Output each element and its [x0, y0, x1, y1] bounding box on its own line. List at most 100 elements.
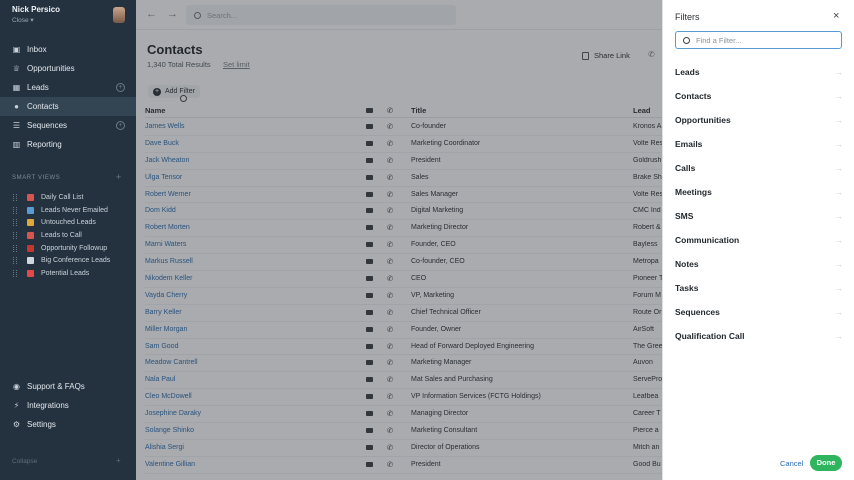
filter-item-label: Emails — [675, 139, 703, 149]
sidebar-item-contacts[interactable]: ● Contacts — [0, 97, 136, 116]
arrow-right-icon: → — [835, 115, 843, 125]
organization-name[interactable]: Close ▾ — [12, 16, 60, 24]
smart-view-label: Potential Leads — [41, 269, 90, 277]
smart-view-item[interactable]: Potential Leads — [0, 267, 136, 280]
drag-handle-icon[interactable] — [13, 193, 17, 201]
filter-search-input[interactable]: Find a Filter... — [675, 31, 842, 49]
smart-view-item[interactable]: Opportunity Followup — [0, 242, 136, 255]
sidebar-item-label: Support & FAQs — [27, 382, 85, 391]
sidebar-item-label: Opportunities — [27, 64, 75, 73]
smart-view-icon — [27, 231, 34, 239]
sidebar-item-sequences[interactable]: ☰ Sequences + — [0, 116, 136, 135]
arrow-right-icon: → — [835, 235, 843, 245]
filter-item-notes[interactable]: Notes → — [675, 252, 845, 276]
sidebar-item-label: Reporting — [27, 140, 62, 149]
filter-item-meetings[interactable]: Meetings → — [675, 180, 845, 204]
avatar[interactable] — [113, 7, 125, 23]
collapse-sidebar-button[interactable]: Collapse — [12, 458, 37, 465]
filter-item-opportunities[interactable]: Opportunities → — [675, 108, 845, 132]
smart-views-list: Daily Call List Leads Never Emailed Untouc… — [0, 191, 136, 280]
arrow-right-icon: → — [835, 67, 843, 77]
plug-icon: ⚡ — [13, 401, 20, 410]
sidebar-item-label: Inbox — [27, 45, 47, 54]
filters-panel: Filters × Find a Filter... Leads → Contact… — [662, 0, 854, 480]
smart-view-item[interactable]: Big Conference Leads — [0, 254, 136, 267]
inbox-icon: ▣ — [12, 45, 21, 54]
footer-plus-button[interactable]: + — [116, 456, 121, 465]
smart-view-item[interactable]: Daily Call List — [0, 191, 136, 204]
filter-item-calls[interactable]: Calls → — [675, 156, 845, 180]
help-icon: ◉ — [13, 382, 20, 391]
arrow-right-icon: → — [835, 163, 843, 173]
add-icon[interactable]: + — [116, 83, 125, 92]
filters-title: Filters — [675, 12, 700, 22]
filter-item-label: Tasks — [675, 283, 699, 293]
drag-handle-icon[interactable] — [13, 231, 17, 239]
search-icon — [683, 36, 690, 44]
arrow-right-icon: → — [835, 307, 843, 317]
filter-item-communication[interactable]: Communication → — [675, 228, 845, 252]
user-name: Nick Persico — [12, 5, 61, 14]
smart-views-title: SMART VIEWS — [12, 175, 61, 181]
filter-search-placeholder: Find a Filter... — [696, 35, 742, 45]
bottom-nav: ◉ Support & FAQs ⚡ Integrations ⚙ Settings — [0, 377, 136, 434]
filter-item-label: Calls — [675, 163, 696, 173]
smart-view-label: Leads to Call — [41, 231, 82, 239]
sidebar-item-reporting[interactable]: ▥ Reporting — [0, 135, 136, 154]
sidebar-item-inbox[interactable]: ▣ Inbox — [0, 40, 136, 59]
filter-item-label: Notes — [675, 259, 699, 269]
smart-view-icon — [27, 257, 34, 265]
filter-item-sequences[interactable]: Sequences → — [675, 300, 845, 324]
list-icon: ☰ — [12, 121, 21, 130]
building-icon: ▦ — [12, 83, 21, 92]
filter-item-sms[interactable]: SMS → — [675, 204, 845, 228]
close-icon[interactable]: × — [833, 10, 839, 22]
arrow-right-icon: → — [835, 139, 843, 149]
smart-view-item[interactable]: Leads to Call — [0, 229, 136, 242]
arrow-right-icon: → — [835, 91, 843, 101]
sidebar-item-settings[interactable]: ⚙ Settings — [0, 415, 136, 434]
sidebar-item-label: Settings — [27, 420, 56, 429]
drag-handle-icon[interactable] — [13, 219, 17, 227]
filter-item-label: SMS — [675, 211, 694, 221]
filter-item-label: Communication — [675, 235, 740, 245]
user-menu[interactable]: Nick Persico Close ▾ — [12, 5, 60, 24]
sidebar-item-label: Leads — [27, 83, 49, 92]
smart-view-item[interactable]: Untouched Leads — [0, 216, 136, 229]
gear-icon: ⚙ — [12, 420, 21, 429]
filter-item-contacts[interactable]: Contacts → — [675, 84, 845, 108]
done-button[interactable]: Done — [810, 455, 842, 471]
sidebar-item-label: Sequences — [27, 121, 68, 130]
filter-item-emails[interactable]: Emails → — [675, 132, 845, 156]
sidebar-item-leads[interactable]: ▦ Leads + — [0, 78, 136, 97]
filter-item-label: Contacts — [675, 91, 712, 101]
sidebar-item-opportunities[interactable]: ♕ Opportunities — [0, 59, 136, 78]
arrow-right-icon: → — [835, 331, 843, 341]
smart-view-icon — [27, 219, 34, 227]
smart-view-item[interactable]: Leads Never Emailed — [0, 204, 136, 217]
drag-handle-icon[interactable] — [13, 244, 17, 252]
drag-handle-icon[interactable] — [13, 257, 17, 265]
person-icon: ● — [14, 102, 19, 111]
filter-item-label: Meetings — [675, 187, 712, 197]
smart-view-icon — [27, 193, 34, 201]
sidebar-item-integrations[interactable]: ⚡ Integrations — [0, 396, 136, 415]
drag-handle-icon[interactable] — [13, 206, 17, 214]
filter-item-qualification-call[interactable]: Qualification Call → — [675, 324, 845, 348]
smart-view-label: Untouched Leads — [41, 219, 96, 227]
arrow-right-icon: → — [835, 259, 843, 269]
add-icon[interactable]: + — [116, 121, 125, 130]
arrow-right-icon: → — [835, 187, 843, 197]
filter-item-tasks[interactable]: Tasks → — [675, 276, 845, 300]
drag-handle-icon[interactable] — [13, 269, 17, 277]
sidebar-item-label: Contacts — [27, 102, 59, 111]
chart-icon: ▥ — [12, 140, 21, 149]
filter-item-label: Leads — [675, 67, 700, 77]
smart-view-label: Opportunity Followup — [41, 244, 108, 252]
add-smart-view-button[interactable]: + — [116, 172, 121, 182]
main-nav: ▣ Inbox ♕ Opportunities ▦ Leads + ● Contacts ☰ Seq… — [0, 40, 136, 154]
filter-item-leads[interactable]: Leads → — [675, 60, 845, 84]
cancel-button[interactable]: Cancel — [780, 459, 803, 468]
filter-item-label: Qualification Call — [675, 331, 745, 341]
sidebar-item-support-faqs[interactable]: ◉ Support & FAQs — [0, 377, 136, 396]
